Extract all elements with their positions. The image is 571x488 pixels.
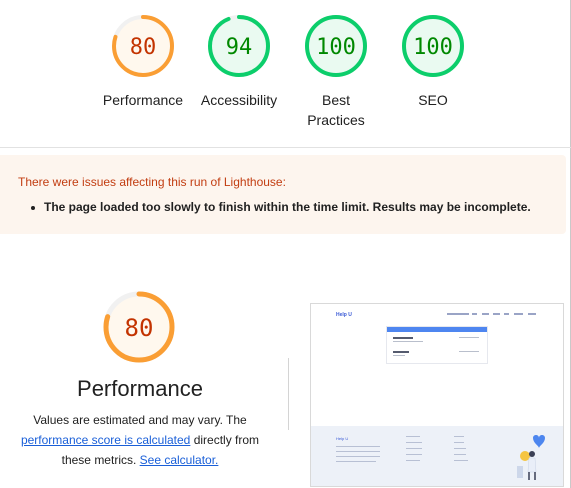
- thumb-footer-line: [406, 460, 420, 461]
- thumb-navbar: Help U: [311, 304, 563, 326]
- thumb-footer-line: [454, 442, 464, 443]
- thumb-row: [393, 341, 423, 342]
- thumb-row: [459, 337, 479, 338]
- performance-large-gauge-ring: 80: [103, 291, 175, 363]
- thumb-footer-line: [454, 454, 466, 455]
- warning-item: The page loaded too slowly to finish wit…: [31, 200, 531, 214]
- seo-gauge[interactable]: 100 SEO: [385, 14, 481, 110]
- accessibility-gauge-ring: 94: [208, 15, 270, 77]
- thumb-card: [386, 326, 488, 364]
- thumb-nav-item: [528, 313, 536, 315]
- thumb-nav-item: [482, 313, 489, 315]
- score-calculated-link[interactable]: performance score is calculated: [21, 433, 190, 447]
- thumb-footer-line: [406, 442, 422, 443]
- accessibility-gauge[interactable]: 94 Accessibility: [191, 14, 287, 110]
- performance-heading: Performance: [77, 376, 203, 401]
- thumb-logo: Help U: [336, 312, 352, 318]
- thumb-nav-item: [504, 313, 509, 315]
- gauge-label: Performance: [102, 92, 184, 108]
- thumb-footer-line: [336, 451, 380, 452]
- gauge-score: 100: [316, 35, 356, 60]
- thumb-footer-line: [336, 461, 376, 462]
- thumb-footer-line: [406, 454, 422, 455]
- thumb-footer-line: [406, 436, 420, 437]
- gauge-label: Accessibility: [200, 92, 278, 108]
- run-warnings-box: There were issues affecting this run of …: [0, 155, 566, 234]
- thumb-footer-line: [454, 436, 464, 437]
- performance-gauge-ring: 80: [112, 15, 174, 77]
- thumb-nav-item: [493, 313, 500, 315]
- thumb-illustration: [517, 435, 545, 480]
- desc-line-2: directly from: [190, 433, 260, 447]
- warnings-title: There were issues affecting this run of …: [18, 175, 286, 189]
- thumb-nav-item: [472, 313, 477, 315]
- gauge-score: 80: [130, 35, 157, 60]
- gauge-score: 80: [125, 314, 154, 342]
- thumb-footer-line: [406, 448, 422, 449]
- final-screenshot-thumbnail[interactable]: Help U Help U: [310, 303, 564, 487]
- thumb-card-header: [387, 327, 487, 332]
- gauge-label: SEO: [418, 92, 448, 108]
- gauge-score: 94: [226, 35, 253, 60]
- thumb-row: [459, 351, 479, 352]
- see-calculator-link[interactable]: See calculator.: [140, 453, 219, 467]
- vertical-separator: [288, 358, 289, 430]
- thumb-footer-line: [454, 460, 468, 461]
- thumb-nav-item: [514, 313, 523, 315]
- section-divider: [0, 147, 571, 148]
- seo-gauge-ring: 100: [402, 15, 464, 77]
- thumb-footer-line: [454, 448, 466, 449]
- thumb-row: [393, 355, 405, 356]
- performance-description: Values are estimated and may vary. The p…: [0, 410, 280, 470]
- desc-line-1: Values are estimated and may vary. The: [33, 413, 247, 427]
- best-practices-gauge[interactable]: 100 Best Practices: [288, 14, 384, 130]
- thumb-row: [393, 351, 409, 353]
- thumb-footer-line: [336, 446, 380, 447]
- desc-line-3: these metrics.: [61, 453, 140, 467]
- thumb-footer-line: [336, 456, 380, 457]
- thumb-nav-item: [447, 313, 469, 315]
- best-practices-gauge-ring: 100: [305, 15, 367, 77]
- performance-large-gauge: 80: [103, 291, 175, 368]
- performance-gauge[interactable]: 80 Performance: [95, 14, 191, 110]
- warnings-list: The page loaded too slowly to finish wit…: [31, 200, 531, 214]
- gauge-score: 100: [413, 35, 453, 60]
- thumb-footer-title: Help U: [336, 436, 349, 441]
- thumb-row: [393, 337, 413, 339]
- gauge-label: Best Practices: [307, 92, 365, 128]
